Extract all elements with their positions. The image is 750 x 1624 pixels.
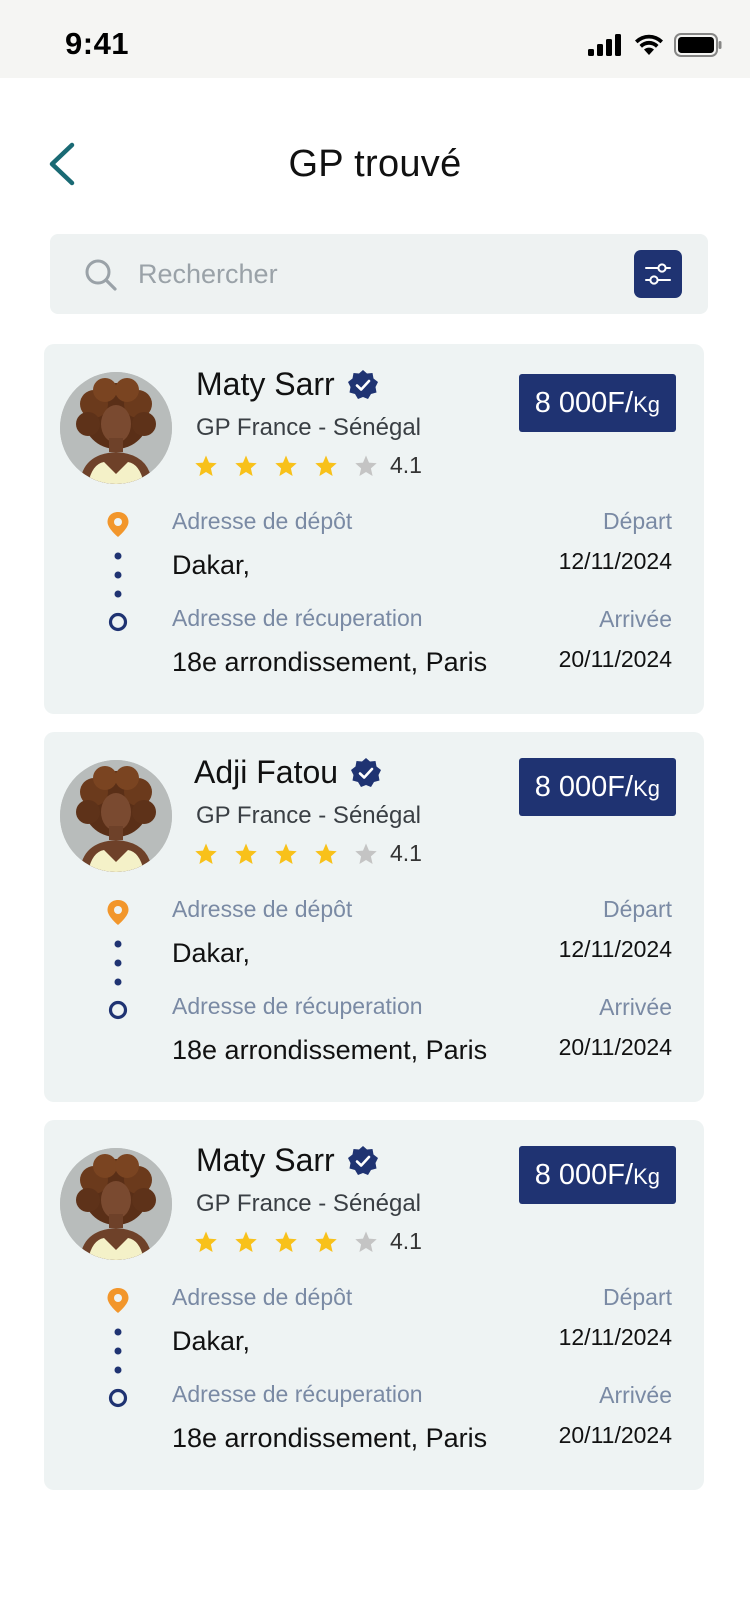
depart-date: 12/11/2024	[558, 548, 672, 574]
filter-button[interactable]	[634, 250, 682, 298]
dropoff-value: 18e arrondissement, Paris	[172, 647, 488, 677]
dropoff-value: 18e arrondissement, Paris	[172, 1035, 488, 1065]
gp-card[interactable]: Maty Sarr GP France - Sénégal 4.1 8 000F…	[44, 344, 704, 714]
price-badge: 8 000F/ Kg	[518, 374, 676, 432]
gp-card[interactable]: Adji Fatou GP France - Sénégal 4.1 8 000…	[44, 732, 704, 1102]
arrival-date: 20/11/2024	[558, 1422, 672, 1448]
star-filled-icon	[235, 1231, 257, 1252]
avatar	[60, 1148, 172, 1260]
price-badge: 8 000F/ Kg	[518, 758, 676, 816]
name-row: Maty Sarr	[196, 366, 379, 403]
route-timeline	[107, 512, 129, 632]
status-bar: 9:41	[0, 0, 750, 78]
star-filled-icon	[235, 455, 257, 476]
pickup-label: Adresse de dépôt	[172, 896, 353, 922]
avatar-portrait	[60, 1148, 172, 1260]
cellular-signal-icon	[588, 34, 621, 56]
star-filled-icon	[315, 455, 337, 476]
location-pin-icon	[107, 512, 129, 537]
price-amount: 8 000F/	[534, 1159, 634, 1191]
search-icon	[85, 259, 117, 291]
gp-name: Maty Sarr	[196, 366, 335, 402]
star-filled-icon	[235, 843, 257, 864]
star-filled-icon	[315, 1231, 337, 1252]
verified-badge-icon	[347, 369, 378, 399]
destination-circle-icon	[108, 1388, 128, 1408]
pickup-value: Dakar,	[172, 550, 251, 580]
star-empty-icon	[355, 455, 377, 476]
price-unit: Kg	[633, 776, 660, 801]
route-label: GP France - Sénégal	[196, 802, 422, 829]
star-filled-icon	[275, 843, 297, 864]
route-timeline	[107, 1288, 129, 1408]
pickup-label: Adresse de dépôt	[172, 1284, 353, 1310]
star-empty-icon	[355, 1231, 377, 1252]
price-badge: 8 000F/ Kg	[518, 1146, 676, 1204]
depart-date: 12/11/2024	[558, 936, 672, 962]
verified-badge-icon	[347, 1145, 378, 1175]
dropoff-value: 18e arrondissement, Paris	[172, 1423, 488, 1453]
arrival-date: 20/11/2024	[558, 1034, 672, 1060]
status-icons	[588, 32, 722, 58]
depart-date: 12/11/2024	[558, 1324, 672, 1350]
star-filled-icon	[195, 455, 217, 476]
star-filled-icon	[195, 843, 217, 864]
name-row: Maty Sarr	[196, 1142, 379, 1179]
status-time: 9:41	[65, 26, 130, 61]
price-unit: Kg	[633, 392, 660, 417]
star-filled-icon	[275, 1231, 297, 1252]
avatar-portrait	[60, 372, 172, 484]
header: GP trouvé	[0, 125, 750, 205]
rating-row: 4.1	[194, 1228, 422, 1255]
destination-circle-icon	[108, 1000, 128, 1020]
name-row: Adji Fatou	[194, 754, 382, 791]
page-title: GP trouvé	[288, 143, 462, 185]
route-label: GP France - Sénégal	[196, 1190, 422, 1217]
battery-icon	[674, 33, 722, 57]
arrival-label: Arrivée	[599, 994, 672, 1020]
route-label: GP France - Sénégal	[196, 414, 422, 441]
search-bar	[50, 234, 708, 314]
destination-circle-icon	[108, 612, 128, 632]
location-pin-icon	[107, 900, 129, 925]
rating-value: 4.1	[390, 1228, 422, 1254]
rating-row: 4.1	[194, 840, 422, 867]
star-filled-icon	[315, 843, 337, 864]
gp-name: Adji Fatou	[194, 754, 339, 790]
star-empty-icon	[355, 843, 377, 864]
avatar	[60, 760, 172, 872]
rating-row: 4.1	[194, 452, 422, 479]
depart-label: Départ	[602, 896, 672, 922]
price-amount: 8 000F/	[534, 771, 634, 803]
gp-card[interactable]: Maty Sarr GP France - Sénégal 4.1 8 000F…	[44, 1120, 704, 1490]
dropoff-label: Adresse de récuperation	[172, 605, 423, 631]
avatar-portrait	[60, 760, 172, 872]
sliders-icon	[645, 263, 671, 285]
star-filled-icon	[195, 1231, 217, 1252]
avatar	[60, 372, 172, 484]
rating-value: 4.1	[390, 452, 422, 478]
pickup-label: Adresse de dépôt	[172, 508, 353, 534]
wifi-icon	[635, 34, 663, 55]
price-unit: Kg	[633, 1164, 660, 1189]
route-timeline	[107, 900, 129, 1020]
verified-badge-icon	[351, 757, 382, 787]
gp-name: Maty Sarr	[196, 1142, 335, 1178]
rating-value: 4.1	[390, 840, 422, 866]
search-input[interactable]	[138, 250, 578, 298]
dropoff-label: Adresse de récuperation	[172, 993, 423, 1019]
star-filled-icon	[275, 455, 297, 476]
arrival-date: 20/11/2024	[558, 646, 672, 672]
arrival-label: Arrivée	[599, 606, 672, 632]
pickup-value: Dakar,	[172, 1326, 251, 1356]
depart-label: Départ	[602, 508, 672, 534]
arrival-label: Arrivée	[599, 1382, 672, 1408]
dropoff-label: Adresse de récuperation	[172, 1381, 423, 1407]
pickup-value: Dakar,	[172, 938, 251, 968]
location-pin-icon	[107, 1288, 129, 1313]
depart-label: Départ	[602, 1284, 672, 1310]
price-amount: 8 000F/	[534, 387, 634, 419]
